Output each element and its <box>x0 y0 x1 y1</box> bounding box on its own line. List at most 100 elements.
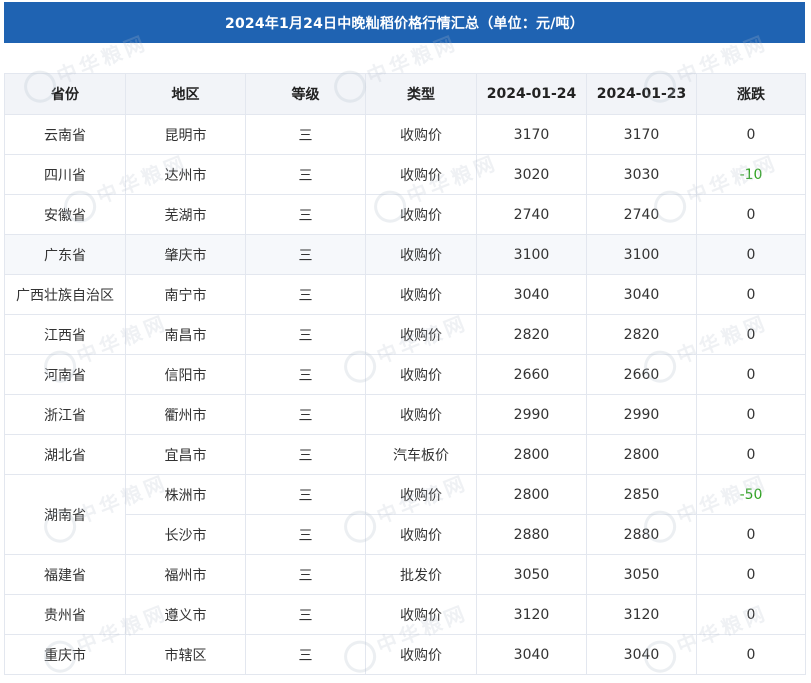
table-body: 云南省 昆明市三收购价 3170 3170 0 四川省 达州市三收购价 3020 3030 -10… <box>4 114 806 675</box>
cell-region: 福州市 <box>125 554 246 595</box>
cell-price-previous: 3040 <box>586 274 697 315</box>
table-row: 四川省 达州市三收购价 3020 3030 -10 <box>4 154 806 195</box>
header-grade: 等级 <box>245 73 366 115</box>
header-type: 类型 <box>365 73 477 115</box>
cell-price-previous: 2740 <box>586 194 697 235</box>
cell-price-previous: 2820 <box>586 314 697 355</box>
table-row: 长沙市三收购价 2880 2880 0 <box>5 514 806 555</box>
cell-price-current: 2990 <box>476 394 587 435</box>
cell-grade: 三 <box>245 354 366 395</box>
cell-change: 0 <box>696 394 806 435</box>
cell-price-current: 3170 <box>476 114 587 155</box>
cell-grade: 三 <box>245 274 366 315</box>
cell-price-current: 3040 <box>476 274 587 315</box>
cell-change: 0 <box>696 594 806 635</box>
table-row: 湖北省 宜昌市三汽车板价 2800 2800 0 <box>4 434 806 475</box>
cell-type: 收购价 <box>365 354 477 395</box>
cell-region: 南昌市 <box>125 314 246 355</box>
header-date-current: 2024-01-24 <box>476 73 587 115</box>
cell-type: 批发价 <box>365 554 477 595</box>
cell-change: 0 <box>696 234 806 275</box>
cell-price-previous: 2990 <box>586 394 697 435</box>
cell-region: 信阳市 <box>125 354 246 395</box>
cell-province: 福建省 <box>4 554 126 595</box>
cell-type: 收购价 <box>365 594 477 635</box>
cell-grade: 三 <box>245 314 366 355</box>
cell-type: 收购价 <box>365 394 477 435</box>
cell-province: 贵州省 <box>4 594 126 635</box>
cell-province: 云南省 <box>4 114 126 155</box>
cell-change: 0 <box>696 434 806 475</box>
header-change: 涨跌 <box>696 73 806 115</box>
cell-change: 0 <box>696 514 806 555</box>
cell-price-current: 3100 <box>476 234 587 275</box>
cell-province: 浙江省 <box>4 394 126 435</box>
cell-type: 收购价 <box>365 474 477 515</box>
table-row: 安徽省 芜湖市三收购价 2740 2740 0 <box>4 194 806 235</box>
header-date-previous: 2024-01-23 <box>586 73 697 115</box>
cell-type: 收购价 <box>365 114 477 155</box>
cell-price-current: 3050 <box>476 554 587 595</box>
cell-change: 0 <box>696 274 806 315</box>
cell-region: 长沙市 <box>125 514 246 555</box>
cell-region: 宜昌市 <box>125 434 246 475</box>
cell-province: 安徽省 <box>4 194 126 235</box>
cell-region: 芜湖市 <box>125 194 246 235</box>
cell-region: 衢州市 <box>125 394 246 435</box>
cell-change: 0 <box>696 354 806 395</box>
cell-type: 收购价 <box>365 514 477 555</box>
cell-province: 广西壮族自治区 <box>4 274 126 315</box>
cell-price-current: 2800 <box>476 434 587 475</box>
cell-price-current: 3020 <box>476 154 587 195</box>
table-row: 福建省 福州市三批发价 3050 3050 0 <box>4 554 806 595</box>
cell-type: 收购价 <box>365 314 477 355</box>
cell-region: 遵义市 <box>125 594 246 635</box>
cell-price-previous: 3170 <box>586 114 697 155</box>
cell-region: 达州市 <box>125 154 246 195</box>
cell-type: 汽车板价 <box>365 434 477 475</box>
cell-change: 0 <box>696 114 806 155</box>
table-row: 广东省 肇庆市三收购价 3100 3100 0 <box>4 234 806 275</box>
cell-grade: 三 <box>245 474 366 515</box>
cell-price-current: 2660 <box>476 354 587 395</box>
cell-price-current: 3120 <box>476 594 587 635</box>
table-row: 重庆市 市辖区三收购价 3040 3040 0 <box>4 634 806 675</box>
cell-type: 收购价 <box>365 234 477 275</box>
cell-price-previous: 2850 <box>586 474 697 515</box>
cell-grade: 三 <box>245 434 366 475</box>
table-row: 广西壮族自治区 南宁市三收购价 3040 3040 0 <box>4 274 806 315</box>
cell-price-previous: 3040 <box>586 634 697 675</box>
cell-grade: 三 <box>245 594 366 635</box>
cell-grade: 三 <box>245 394 366 435</box>
cell-price-current: 2880 <box>476 514 587 555</box>
cell-province: 四川省 <box>4 154 126 195</box>
cell-region: 南宁市 <box>125 274 246 315</box>
cell-grade: 三 <box>245 634 366 675</box>
cell-grade: 三 <box>245 514 366 555</box>
cell-grade: 三 <box>245 554 366 595</box>
cell-price-previous: 3050 <box>586 554 697 595</box>
table-header-row: 省份 地区 等级 类型 2024-01-24 2024-01-23 涨跌 <box>4 73 806 115</box>
table-row: 湖南省 株洲市三收购价 2800 2850 -50 <box>4 474 806 555</box>
cell-price-previous: 2880 <box>586 514 697 555</box>
cell-price-previous: 2800 <box>586 434 697 475</box>
cell-province: 湖北省 <box>4 434 126 475</box>
cell-change: -50 <box>696 474 806 515</box>
cell-price-previous: 3120 <box>586 594 697 635</box>
cell-province: 重庆市 <box>4 634 126 675</box>
cell-region: 市辖区 <box>125 634 246 675</box>
cell-type: 收购价 <box>365 154 477 195</box>
table-row: 河南省 信阳市三收购价 2660 2660 0 <box>4 354 806 395</box>
cell-price-previous: 3100 <box>586 234 697 275</box>
cell-price-previous: 3030 <box>586 154 697 195</box>
cell-price-current: 2800 <box>476 474 587 515</box>
cell-region: 昆明市 <box>125 114 246 155</box>
price-table: 省份 地区 等级 类型 2024-01-24 2024-01-23 涨跌 云南省… <box>4 73 806 675</box>
cell-grade: 三 <box>245 114 366 155</box>
cell-price-current: 2740 <box>476 194 587 235</box>
cell-region: 肇庆市 <box>125 234 246 275</box>
header-region: 地区 <box>125 73 246 115</box>
cell-change: 0 <box>696 554 806 595</box>
page-title: 2024年1月24日中晚籼稻价格行情汇总（单位：元/吨） <box>4 2 805 43</box>
cell-type: 收购价 <box>365 194 477 235</box>
